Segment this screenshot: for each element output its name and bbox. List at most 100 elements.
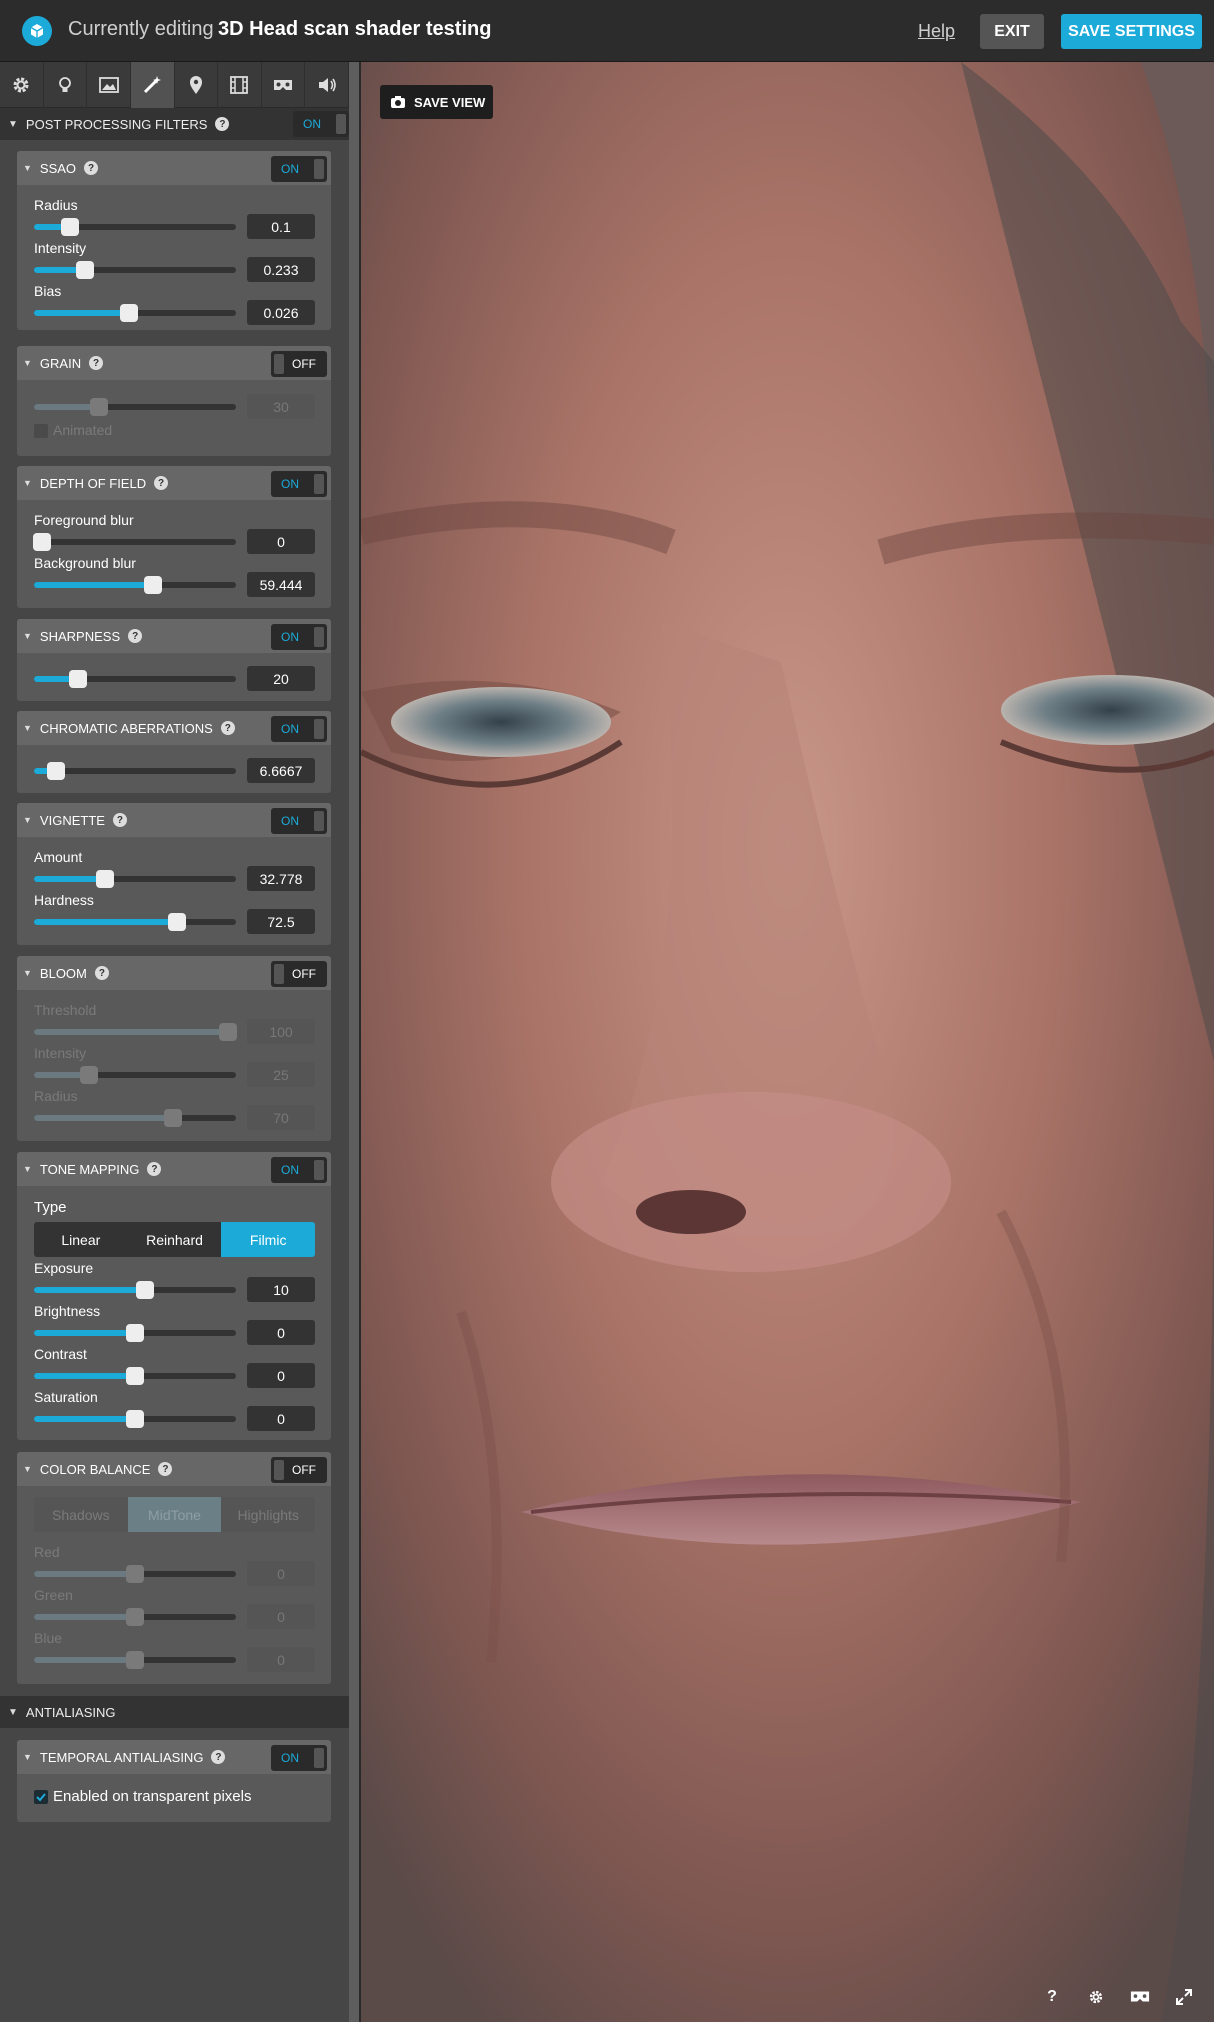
chromatic-header[interactable]: ▼ CHROMATIC ABERRATIONS? ON (17, 711, 331, 745)
threshold-slider[interactable] (34, 1023, 237, 1041)
contrast-value[interactable]: 0 (247, 1363, 315, 1388)
slider-thumb[interactable] (33, 533, 52, 551)
amount-slider[interactable] (34, 870, 236, 888)
vr-icon[interactable] (1128, 1985, 1152, 2009)
tab-post-processing[interactable] (130, 62, 175, 108)
tab-lighting[interactable] (44, 62, 88, 108)
red-value[interactable]: 0 (247, 1561, 315, 1586)
hardness-slider[interactable] (34, 913, 236, 931)
saturation-slider[interactable] (34, 1410, 236, 1428)
vignette-header[interactable]: ▼ VIGNETTE? ON (17, 803, 331, 837)
save-view-button[interactable]: SAVE VIEW (380, 85, 493, 119)
saturation-value[interactable]: 0 (247, 1406, 315, 1431)
help-icon[interactable]: ? (89, 356, 104, 370)
sharpness-header[interactable]: ▼ SHARPNESS? ON (17, 619, 331, 653)
tab-vr[interactable] (262, 62, 306, 108)
dof-header[interactable]: ▼ DEPTH OF FIELD? ON (17, 466, 331, 500)
tab-sound[interactable] (305, 62, 349, 108)
animated-checkbox[interactable] (34, 424, 48, 438)
sidebar-scrollbar[interactable] (349, 62, 359, 2022)
grain-slider[interactable] (34, 398, 236, 416)
post-processing-section-header[interactable]: ▼ POST PROCESSING FILTERS ? ON (0, 108, 349, 140)
slider-thumb[interactable] (75, 261, 94, 279)
intensity-slider[interactable] (34, 261, 236, 279)
tone-header[interactable]: ▼ TONE MAPPING? ON (17, 1152, 331, 1186)
help-icon[interactable]: ? (211, 1750, 226, 1764)
tab-general[interactable] (0, 62, 44, 108)
brightness-slider[interactable] (34, 1324, 236, 1342)
intensity-value[interactable]: 0.233 (247, 257, 315, 282)
shadows-option[interactable]: Shadows (34, 1497, 128, 1532)
background-blur-slider[interactable] (34, 576, 236, 594)
chromatic-slider[interactable] (34, 762, 236, 780)
hardness-value[interactable]: 72.5 (247, 909, 315, 934)
tab-background[interactable] (87, 62, 131, 108)
slider-thumb[interactable] (95, 870, 114, 888)
exit-button[interactable]: EXIT (980, 14, 1044, 49)
slider-thumb[interactable] (69, 670, 88, 688)
help-icon[interactable]: ? (147, 1162, 162, 1176)
sketchfab-logo-icon[interactable] (22, 16, 52, 46)
settings-icon[interactable] (1084, 1985, 1108, 2009)
bloom-radius-value[interactable]: 70 (247, 1105, 315, 1130)
foreground-blur-slider[interactable] (33, 533, 236, 551)
help-icon[interactable]: ? (94, 966, 109, 980)
slider-thumb[interactable] (89, 398, 108, 416)
slider-thumb[interactable] (168, 913, 187, 931)
brightness-value[interactable]: 0 (247, 1320, 315, 1345)
fullscreen-icon[interactable] (1172, 1985, 1196, 2009)
help-icon[interactable]: ? (84, 161, 99, 175)
bloom-intensity-slider[interactable] (34, 1066, 236, 1084)
slider-thumb[interactable] (119, 304, 138, 322)
highlights-option[interactable]: Highlights (221, 1497, 315, 1532)
help-icon[interactable]: ? (158, 1462, 173, 1476)
radius-value[interactable]: 0.1 (247, 214, 315, 239)
contrast-slider[interactable] (34, 1367, 236, 1385)
slider-thumb[interactable] (126, 1608, 144, 1626)
sharpness-toggle[interactable]: ON (271, 624, 327, 650)
ssao-toggle[interactable]: ON (271, 156, 327, 182)
exposure-value[interactable]: 10 (247, 1277, 315, 1302)
transparent-pixels-checkbox[interactable] (34, 1790, 48, 1804)
tone-reinhard-option[interactable]: Reinhard (127, 1222, 222, 1257)
chromatic-value[interactable]: 6.6667 (247, 758, 315, 783)
slider-thumb[interactable] (47, 762, 66, 780)
help-icon[interactable]: ? (1040, 1985, 1064, 2009)
tone-filmic-option[interactable]: Filmic (221, 1222, 315, 1257)
3d-viewport[interactable] (361, 62, 1214, 2022)
bloom-radius-slider[interactable] (34, 1109, 236, 1127)
dof-toggle[interactable]: ON (271, 471, 327, 497)
threshold-value[interactable]: 100 (247, 1019, 315, 1044)
foreground-blur-value[interactable]: 0 (247, 529, 315, 554)
help-icon[interactable]: ? (215, 117, 230, 131)
green-slider[interactable] (34, 1608, 236, 1626)
ssao-header[interactable]: ▼ SSAO? ON (17, 151, 331, 185)
amount-value[interactable]: 32.778 (247, 866, 315, 891)
midtone-option[interactable]: MidTone (127, 1497, 222, 1532)
slider-thumb[interactable] (126, 1367, 144, 1385)
help-icon[interactable]: ? (112, 813, 127, 827)
slider-thumb[interactable] (144, 576, 163, 594)
slider-thumb[interactable] (218, 1023, 237, 1041)
taa-header[interactable]: ▼ TEMPORAL ANTIALIASING? ON (17, 1740, 331, 1774)
color-balance-header[interactable]: ▼ COLOR BALANCE? OFF (17, 1452, 331, 1486)
slider-thumb[interactable] (126, 1565, 144, 1583)
tab-animation[interactable] (218, 62, 262, 108)
post-processing-toggle[interactable]: ON (293, 111, 349, 137)
slider-thumb[interactable] (164, 1109, 183, 1127)
tab-annotations[interactable] (175, 62, 219, 108)
blue-slider[interactable] (34, 1651, 236, 1669)
exposure-slider[interactable] (34, 1281, 236, 1299)
save-settings-button[interactable]: SAVE SETTINGS (1061, 14, 1202, 49)
slider-thumb[interactable] (79, 1066, 98, 1084)
help-link[interactable]: Help (918, 21, 955, 42)
bias-value[interactable]: 0.026 (247, 300, 315, 325)
blue-value[interactable]: 0 (247, 1647, 315, 1672)
color-balance-toggle[interactable]: OFF (271, 1457, 327, 1483)
slider-thumb[interactable] (126, 1651, 144, 1669)
bloom-toggle[interactable]: OFF (271, 961, 327, 987)
slider-thumb[interactable] (61, 218, 80, 236)
antialiasing-section-header[interactable]: ▼ ANTIALIASING (0, 1696, 349, 1728)
grain-header[interactable]: ▼ GRAIN? OFF (17, 346, 331, 380)
help-icon[interactable]: ? (128, 629, 143, 643)
